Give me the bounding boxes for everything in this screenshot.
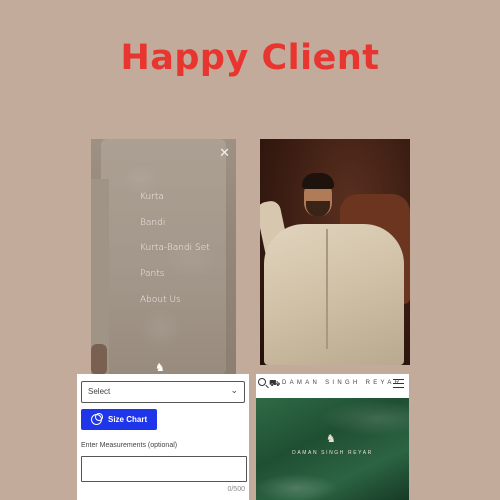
measurements-input[interactable] xyxy=(81,456,247,482)
hamburger-menu-icon[interactable] xyxy=(393,379,404,388)
nav-menu: Kurta Bandi Kurta-Bandi Set Pants About … xyxy=(140,192,210,320)
size-chart-label: Size Chart xyxy=(108,415,148,424)
measurements-label: Enter Measurements (optional) xyxy=(81,442,178,449)
menu-item-bandi[interactable]: Bandi xyxy=(140,218,210,244)
jacket-placket xyxy=(326,229,328,349)
product-form: Select ⌄ Size Chart Enter Measurements (… xyxy=(77,374,249,500)
model-hair xyxy=(302,173,334,189)
cart-icon[interactable]: ⛟ xyxy=(269,378,280,390)
website-screenshot: ⛟ DAMAN SINGH REYAR ♞ DAMAN SINGH REYAR xyxy=(256,374,409,500)
measuring-tape-icon xyxy=(91,413,103,425)
banner-brand: DAMAN SINGH REYAR xyxy=(292,450,373,456)
silk-banner: ♞ DAMAN SINGH REYAR xyxy=(256,398,409,500)
menu-item-about-us[interactable]: About Us xyxy=(140,295,210,321)
horse-logo-icon: ♞ xyxy=(326,433,336,445)
page-title: Happy Client xyxy=(120,38,380,78)
model-photo xyxy=(260,139,410,365)
chevron-down-icon: ⌄ xyxy=(230,385,238,395)
menu-item-pants[interactable]: Pants xyxy=(140,269,210,295)
model-jacket xyxy=(264,224,404,365)
brand-name[interactable]: DAMAN SINGH REYAR xyxy=(282,380,402,386)
search-icon[interactable] xyxy=(258,378,266,386)
horse-logo-icon: ♞ xyxy=(155,362,165,374)
menu-item-kurta[interactable]: Kurta xyxy=(140,192,210,218)
close-icon[interactable]: ✕ xyxy=(219,145,230,161)
size-select[interactable]: Select ⌄ xyxy=(81,381,245,403)
select-value: Select xyxy=(88,387,111,396)
menu-item-kurta-bandi-set[interactable]: Kurta-Bandi Set xyxy=(140,243,210,269)
char-counter: 0/500 xyxy=(227,486,245,493)
size-chart-button[interactable]: Size Chart xyxy=(81,409,157,430)
site-header: ⛟ DAMAN SINGH REYAR xyxy=(256,374,409,398)
mobile-menu-screenshot: ✕ Kurta Bandi Kurta-Bandi Set Pants Abou… xyxy=(91,139,236,375)
